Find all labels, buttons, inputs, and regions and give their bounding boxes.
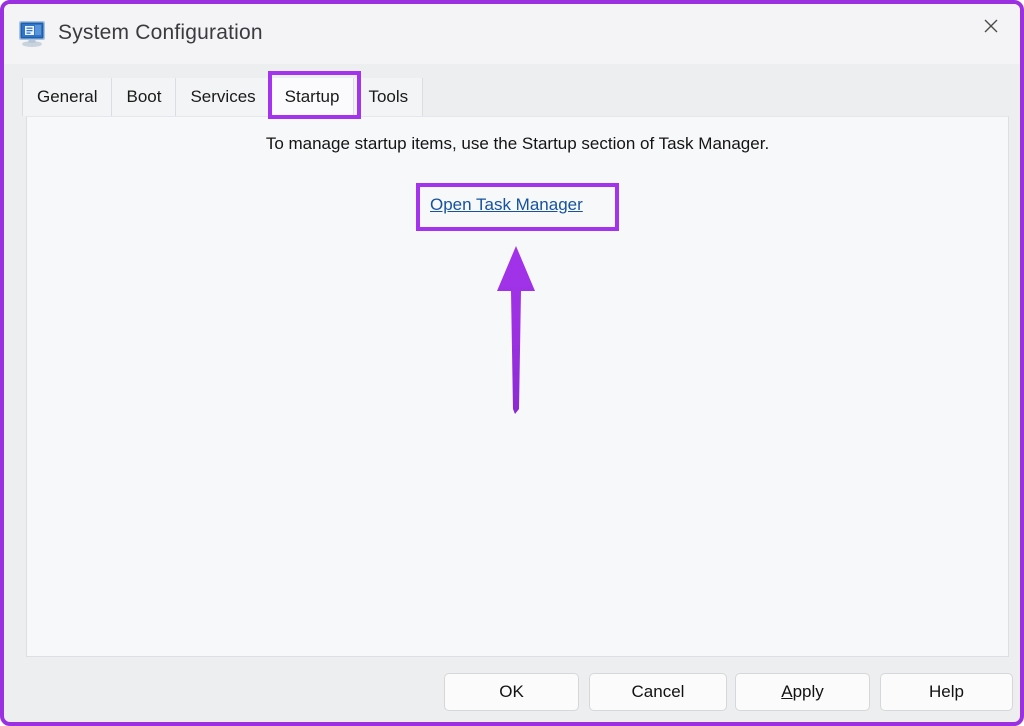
instruction-text: To manage startup items, use the Startup… (265, 134, 770, 153)
tab-boot[interactable]: Boot (112, 78, 177, 116)
startup-tab-panel: To manage startup items, use the Startup… (26, 116, 1009, 657)
tab-boot-label: Boot (126, 87, 162, 106)
tab-startup-label: Startup (284, 87, 340, 106)
ok-button[interactable]: OK (444, 673, 579, 711)
close-button[interactable] (962, 4, 1020, 48)
help-button-label: Help (929, 682, 964, 701)
system-configuration-monitor-icon (16, 18, 48, 48)
tab-startup[interactable]: Startup (270, 78, 355, 116)
system-configuration-window: System Configuration General Boot Servic… (0, 0, 1024, 726)
tab-services[interactable]: Services (176, 78, 271, 116)
apply-button[interactable]: Apply (735, 673, 870, 711)
apply-button-accel: A (781, 682, 793, 701)
tab-strip: General Boot Services Startup Tools (22, 78, 424, 116)
apply-button-label: pply (792, 682, 824, 701)
ok-button-label: OK (499, 682, 524, 701)
cancel-button[interactable]: Cancel (589, 673, 727, 711)
tab-tools-label: Tools (368, 87, 409, 106)
page-title: System Configuration (58, 21, 263, 44)
cancel-button-label: Cancel (631, 682, 685, 701)
close-icon (984, 19, 998, 33)
open-task-manager-link[interactable]: Open Task Manager (430, 195, 583, 215)
tab-services-label: Services (190, 87, 256, 106)
title-bar: System Configuration (4, 4, 1020, 64)
help-button[interactable]: Help (880, 673, 1013, 711)
dialog-button-bar: OK Cancel Apply Help (4, 669, 1020, 722)
tab-general-label: General (37, 87, 98, 106)
tab-tools[interactable]: Tools (354, 78, 424, 116)
tab-general[interactable]: General (22, 78, 113, 116)
